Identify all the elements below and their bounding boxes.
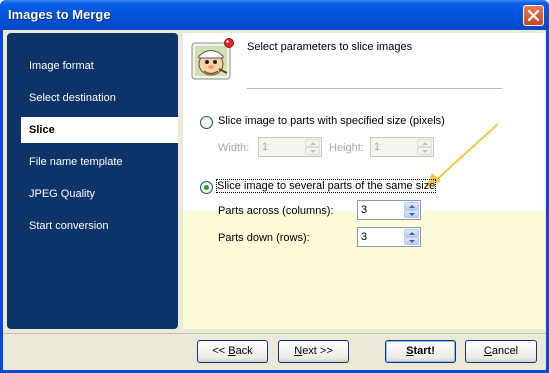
parts-down-increment-button[interactable] [404, 229, 419, 237]
width-value: 1 [262, 141, 269, 153]
width-spin-buttons [305, 139, 320, 155]
start-rest: tart! [413, 345, 435, 357]
sidebar-item-select-destination[interactable]: Select destination [21, 85, 178, 111]
parts-down-label: Parts down (rows): [218, 232, 310, 244]
height-value: 1 [374, 141, 381, 153]
close-icon [528, 10, 539, 21]
window: Images to Merge Image format Select dest… [0, 0, 549, 373]
sidebar-item-label: File name template [29, 156, 123, 168]
parts-down-spin-buttons [404, 229, 419, 245]
parts-across-label: Parts across (columns): [218, 205, 334, 217]
close-button[interactable] [523, 5, 544, 26]
arrow-up-icon [310, 142, 316, 145]
arrow-up-icon [409, 205, 415, 208]
parts-across-stepper[interactable]: 3 [357, 200, 421, 220]
parts-down-value: 3 [361, 231, 368, 243]
slice-by-parts-radio[interactable] [200, 181, 213, 194]
title-bar[interactable]: Images to Merge [0, 0, 549, 30]
parts-down-decrement-button[interactable] [404, 237, 419, 245]
sidebar-item-label: Image format [29, 60, 94, 72]
cancel-accelerator: C [483, 345, 492, 357]
width-label: Width: [218, 142, 250, 154]
window-title: Images to Merge [8, 7, 111, 22]
parts-across-value: 3 [361, 204, 368, 216]
sidebar-item-image-format[interactable]: Image format [21, 53, 178, 79]
arrow-down-icon [310, 150, 316, 153]
slice-by-size-label[interactable]: Slice image to parts with specified size… [218, 115, 445, 127]
width-stepper[interactable]: 1 [258, 137, 322, 157]
popeye-cartoon-icon [191, 38, 234, 80]
sidebar-item-label: Slice [29, 124, 55, 136]
arrow-up-icon [409, 232, 415, 235]
sidebar-item-file-name-template[interactable]: File name template [21, 149, 178, 175]
sidebar-item-label: Start conversion [29, 220, 109, 232]
width-increment-button[interactable] [305, 139, 320, 147]
sidebar-item-label: JPEG Quality [29, 188, 96, 200]
cancel-rest: ancel [491, 345, 519, 357]
wizard-steps-sidebar: Image format Select destination Slice Fi… [7, 33, 178, 329]
slice-by-parts-label[interactable]: Slice image to several parts of the same… [215, 179, 437, 193]
arrow-down-icon [409, 213, 415, 216]
height-label: Height: [329, 142, 364, 154]
slice-options-panel: Select parameters to slice images Slice … [183, 33, 545, 329]
radio-selected-dot [204, 185, 209, 190]
footer-divider [3, 333, 546, 334]
parts-across-decrement-button[interactable] [404, 210, 419, 218]
back-rest: ack [235, 345, 253, 357]
back-prefix: << [212, 345, 229, 357]
sidebar-item-slice[interactable]: Slice [21, 117, 178, 143]
width-decrement-button[interactable] [305, 147, 320, 155]
sidebar-item-label: Select destination [29, 92, 116, 104]
next-button[interactable]: Next >> [278, 340, 349, 363]
start-button[interactable]: Start! [385, 340, 456, 363]
header-divider [247, 88, 502, 89]
slice-by-size-radio[interactable] [200, 116, 213, 129]
sidebar-item-start-conversion[interactable]: Start conversion [21, 213, 178, 239]
back-accelerator: B [228, 345, 236, 357]
arrow-down-icon [409, 240, 415, 243]
parts-across-increment-button[interactable] [404, 202, 419, 210]
dialog-client: Image format Select destination Slice Fi… [3, 30, 546, 370]
parts-down-stepper[interactable]: 3 [357, 227, 421, 247]
next-accelerator: N [294, 345, 303, 357]
parts-across-spin-buttons [404, 202, 419, 218]
sidebar-item-jpeg-quality[interactable]: JPEG Quality [21, 181, 178, 207]
header-instruction: Select parameters to slice images [247, 41, 413, 53]
back-button[interactable]: << Back [197, 340, 268, 363]
cancel-button[interactable]: Cancel [465, 340, 537, 363]
next-rest: ext >> [302, 345, 333, 357]
